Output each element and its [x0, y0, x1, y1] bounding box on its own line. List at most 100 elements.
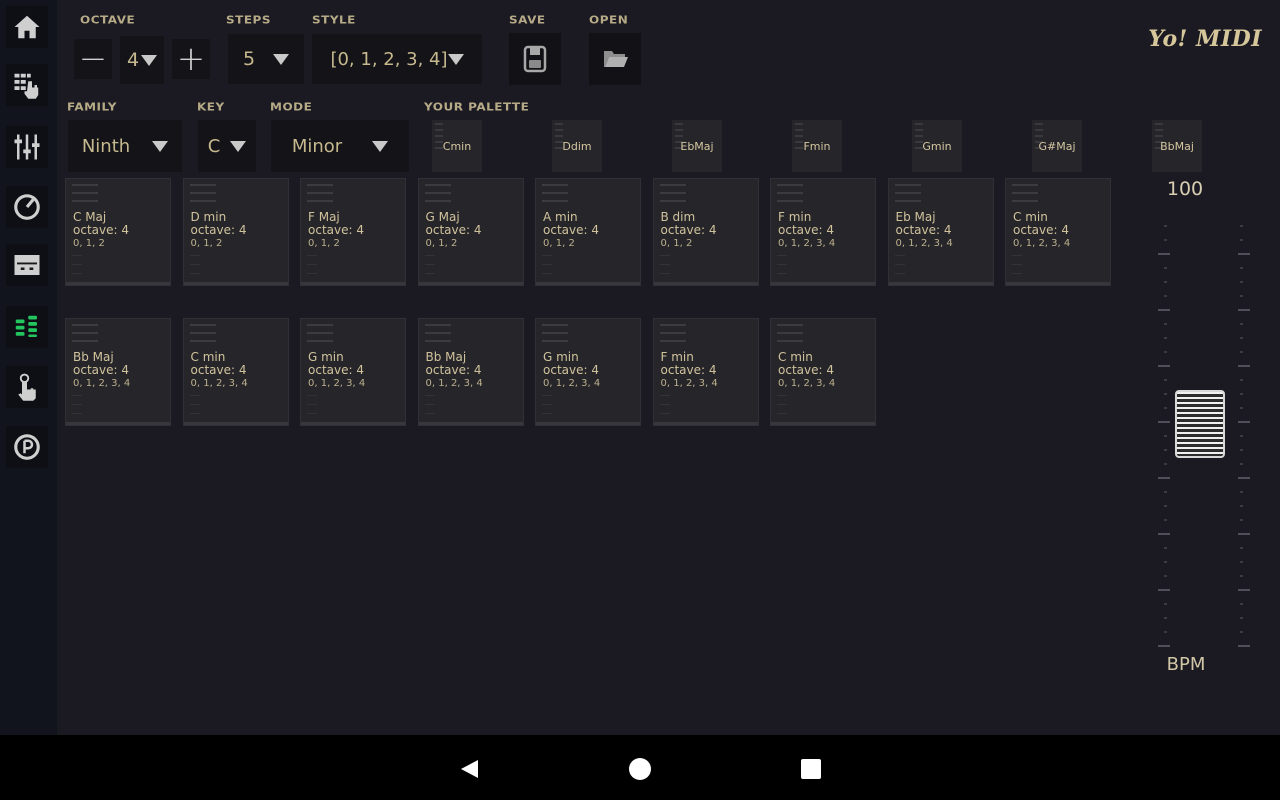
drag-handle-icon [542, 324, 568, 348]
fader-tick [1240, 281, 1243, 283]
octave-decrement-button[interactable]: − [74, 39, 112, 79]
open-button[interactable] [589, 33, 641, 85]
fader-tick [1240, 239, 1243, 241]
chord-card-text: C min octave: 4 0, 1, 2, 3, 4 [191, 351, 248, 390]
fader-tick [1238, 253, 1250, 255]
palette-chord[interactable]: EbMaj [672, 120, 722, 172]
fader-tick [1238, 533, 1250, 535]
chord-octave: octave: 4 [543, 363, 599, 377]
palette-chord-name: Cmin [442, 140, 472, 153]
steps-dropdown[interactable]: 5 [228, 34, 304, 84]
save-label: SAVE [509, 14, 546, 26]
chevron-down-icon [141, 54, 158, 66]
chord-card[interactable]: C min octave: 4 0, 1, 2, 3, 4 [182, 318, 289, 426]
chord-octave: octave: 4 [425, 363, 482, 377]
drag-handle-icon [542, 184, 568, 208]
fader-tick [1238, 589, 1250, 591]
bpm-fader-handle[interactable] [1175, 390, 1225, 458]
save-button[interactable] [509, 33, 561, 85]
fader-tick [1240, 407, 1243, 409]
chord-card[interactable]: Eb Maj octave: 4 0, 1, 2, 3, 4 [887, 178, 994, 286]
nav-back-button[interactable] [455, 755, 483, 783]
key-dropdown[interactable]: C [198, 120, 256, 172]
chord-card[interactable]: C Maj octave: 4 0, 1, 2 [65, 178, 171, 286]
nav-home-button[interactable] [626, 755, 654, 783]
nav-recents-button[interactable] [797, 755, 825, 783]
card-decoration [72, 255, 82, 282]
chord-notes: 0, 1, 2 [73, 238, 105, 249]
sidebar-item-touch[interactable] [6, 366, 48, 408]
grid-hand-icon [14, 73, 39, 99]
minus-icon: − [78, 39, 108, 79]
mode-dropdown[interactable]: Minor [271, 120, 409, 172]
chord-card[interactable]: F Maj octave: 4 0, 1, 2 [300, 178, 406, 286]
sidebar-item-home[interactable] [6, 6, 48, 48]
fader-tick [1240, 505, 1243, 507]
chord-card[interactable]: D min octave: 4 0, 1, 2 [182, 178, 289, 286]
sidebar-item-tempo[interactable] [6, 186, 48, 228]
drag-handle-icon [189, 184, 216, 208]
card-decoration [659, 395, 670, 422]
chord-octave: octave: 4 [73, 223, 129, 237]
chord-card[interactable]: G min octave: 4 0, 1, 2, 3, 4 [535, 318, 641, 426]
chord-octave: octave: 4 [190, 223, 247, 237]
fader-tick [1164, 603, 1167, 605]
fader-tick [1164, 449, 1167, 451]
card-footer-bar [888, 282, 993, 285]
chord-octave: octave: 4 [895, 223, 952, 237]
fader-tick [1164, 337, 1167, 339]
home-icon [14, 15, 40, 39]
octave-dropdown[interactable]: 4 [120, 36, 164, 84]
chord-card[interactable]: B dim octave: 4 0, 1, 2 [652, 178, 759, 286]
drag-handle-icon [189, 324, 216, 348]
chord-notes: 0, 1, 2 [190, 238, 223, 249]
card-decoration [307, 395, 317, 422]
palette-chord[interactable]: Ddim [552, 120, 602, 172]
palette-chord[interactable]: Gmin [912, 120, 962, 172]
chord-card[interactable]: Bb Maj octave: 4 0, 1, 2, 3, 4 [417, 318, 524, 426]
sliders-icon [14, 134, 40, 160]
card-footer-bar [66, 422, 170, 425]
fader-tick [1238, 645, 1250, 647]
chord-card[interactable]: C min octave: 4 0, 1, 2, 3, 4 [1005, 178, 1111, 286]
card-decoration [424, 255, 435, 282]
fader-tick [1158, 589, 1170, 591]
chord-notes: 0, 1, 2 [660, 238, 693, 249]
fader-tick [1238, 365, 1250, 367]
chord-card[interactable]: G Maj octave: 4 0, 1, 2 [417, 178, 524, 286]
octave-increment-button[interactable]: + [172, 39, 210, 79]
palette-chord[interactable]: Fmin [792, 120, 842, 172]
chord-card[interactable]: C min octave: 4 0, 1, 2, 3, 4 [770, 318, 876, 426]
palette-chord[interactable]: BbMaj [1152, 120, 1202, 172]
fader-tick [1240, 491, 1243, 493]
plus-icon: + [176, 39, 206, 79]
style-dropdown[interactable]: [0, 1, 2, 3, 4] [312, 34, 482, 84]
fader-tick [1164, 491, 1167, 493]
chord-card-text: C min octave: 4 0, 1, 2, 3, 4 [1013, 211, 1070, 250]
key-label: KEY [197, 101, 225, 113]
sidebar-item-pad-grid[interactable] [6, 64, 48, 106]
fader-tick [1240, 617, 1243, 619]
chord-card[interactable]: G min octave: 4 0, 1, 2, 3, 4 [300, 318, 406, 426]
chord-card-text: F Maj octave: 4 0, 1, 2 [308, 211, 364, 250]
sidebar-item-mixer[interactable] [6, 126, 48, 168]
palette-chord[interactable]: G#Maj [1032, 120, 1082, 172]
chord-card[interactable]: Bb Maj octave: 4 0, 1, 2, 3, 4 [65, 318, 171, 426]
back-icon [461, 760, 478, 778]
sidebar-item-chord-sequencer[interactable] [6, 306, 48, 348]
chord-card[interactable]: F min octave: 4 0, 1, 2, 3, 4 [652, 318, 759, 426]
chord-stack-icon [15, 315, 37, 337]
fader-tick [1240, 351, 1243, 353]
chord-card-text: Bb Maj octave: 4 0, 1, 2, 3, 4 [73, 351, 130, 390]
sidebar [0, 0, 60, 735]
style-label: STYLE [312, 14, 356, 26]
chord-card[interactable]: F min octave: 4 0, 1, 2, 3, 4 [770, 178, 876, 286]
family-dropdown[interactable]: Ninth [68, 120, 182, 172]
sidebar-item-device[interactable] [6, 244, 48, 286]
chord-card[interactable]: A min octave: 4 0, 1, 2 [535, 178, 641, 286]
sidebar-item-play[interactable] [6, 426, 48, 468]
fader-tick [1240, 267, 1243, 269]
palette-chord[interactable]: Cmin [432, 120, 482, 172]
fader-tick [1238, 477, 1250, 479]
chord-card-text: D min octave: 4 0, 1, 2 [191, 211, 247, 250]
